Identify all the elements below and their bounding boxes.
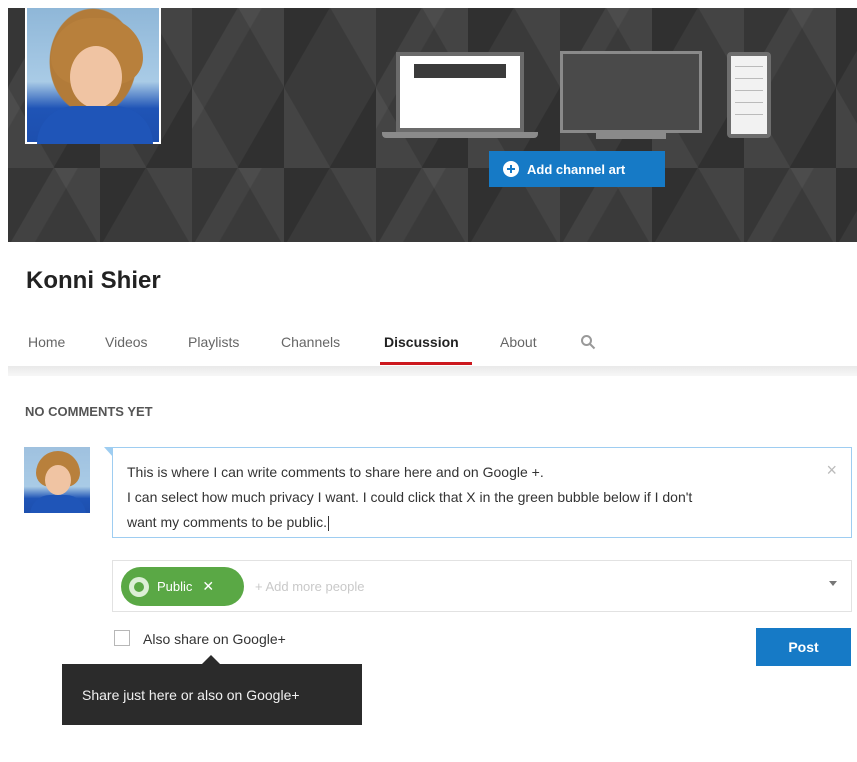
tab-videos[interactable]: Videos bbox=[105, 334, 148, 350]
also-share-checkbox[interactable] bbox=[114, 630, 130, 646]
tab-channels[interactable]: Channels bbox=[281, 334, 340, 350]
post-button[interactable]: Post bbox=[756, 628, 851, 666]
comment-line: want my comments to be public. bbox=[127, 514, 329, 531]
tv-stand-icon bbox=[596, 133, 666, 139]
share-audience-field[interactable]: Public ✕ + Add more people bbox=[112, 560, 852, 612]
also-share-label[interactable]: Also share on Google+ bbox=[143, 631, 286, 647]
tab-playlists[interactable]: Playlists bbox=[188, 334, 239, 350]
close-icon[interactable]: × bbox=[826, 458, 837, 483]
share-tooltip: Share just here or also on Google+ bbox=[62, 655, 362, 725]
channel-name: Konni Shier bbox=[26, 267, 161, 294]
page: Add channel art Konni Shier Home Videos … bbox=[0, 0, 857, 762]
comment-input[interactable]: This is where I can write comments to sh… bbox=[104, 447, 852, 538]
channel-avatar[interactable] bbox=[25, 8, 161, 144]
comments-heading: NO COMMENTS YET bbox=[25, 404, 153, 419]
plus-circle-icon bbox=[503, 161, 519, 177]
active-tab-indicator bbox=[380, 362, 472, 365]
public-chip-label: Public bbox=[157, 579, 193, 594]
tv-icon bbox=[560, 51, 702, 133]
channel-banner: Add channel art bbox=[8, 8, 857, 242]
comment-line: This is where I can write comments to sh… bbox=[127, 464, 544, 480]
add-channel-art-button[interactable]: Add channel art bbox=[489, 151, 665, 187]
laptop-base-icon bbox=[382, 132, 538, 138]
tab-home[interactable]: Home bbox=[28, 334, 65, 350]
tooltip-text: Share just here or also on Google+ bbox=[82, 686, 300, 703]
comment-line: I can select how much privacy I want. I … bbox=[127, 489, 693, 505]
text-caret bbox=[327, 515, 329, 531]
search-icon[interactable] bbox=[580, 334, 596, 350]
tab-discussion[interactable]: Discussion bbox=[384, 334, 459, 350]
laptop-icon bbox=[396, 52, 524, 132]
public-chip[interactable]: Public ✕ bbox=[121, 567, 244, 606]
phone-icon bbox=[727, 52, 771, 138]
add-channel-art-label: Add channel art bbox=[527, 161, 626, 177]
tabs-divider bbox=[8, 366, 857, 376]
commenter-avatar bbox=[24, 447, 90, 513]
globe-icon bbox=[129, 576, 149, 597]
tab-about[interactable]: About bbox=[500, 334, 537, 350]
chevron-down-icon[interactable] bbox=[829, 581, 837, 586]
add-more-people-input[interactable]: + Add more people bbox=[255, 579, 365, 594]
avatar-face bbox=[70, 46, 122, 108]
remove-chip-icon[interactable]: ✕ bbox=[202, 578, 214, 595]
channel-tabs: Home Videos Playlists Channels Discussio… bbox=[8, 322, 857, 368]
avatar-shirt bbox=[37, 106, 153, 144]
